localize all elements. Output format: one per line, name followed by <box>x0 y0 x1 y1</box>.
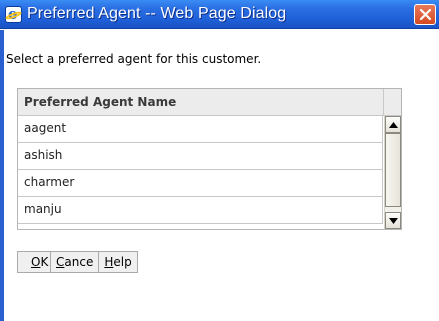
arrow-up-icon <box>389 122 398 128</box>
close-button[interactable] <box>414 4 436 25</box>
agent-name-cell: ashish <box>24 148 63 162</box>
help-button[interactable]: Help <box>98 251 138 273</box>
agent-grid: Preferred Agent Name aagent ashish charm… <box>17 88 402 230</box>
ok-mnemonic: O <box>31 255 41 269</box>
vertical-scrollbar[interactable] <box>384 116 401 229</box>
button-row: OK Cance Help <box>17 251 138 273</box>
agent-name-cell: manju <box>24 202 62 216</box>
agent-name-cell: aagent <box>24 121 67 135</box>
help-label-rest: elp <box>113 255 132 269</box>
grid-rows: aagent ashish charmer manju <box>18 116 383 224</box>
grid-header[interactable]: Preferred Agent Name <box>18 89 384 116</box>
window-title: Preferred Agent -- Web Page Dialog <box>27 5 287 22</box>
ok-button[interactable]: OK <box>17 251 51 273</box>
close-icon <box>419 8 432 21</box>
ie-icon: e <box>4 5 23 23</box>
cancel-mnemonic: C <box>56 255 65 269</box>
instruction-text: Select a preferred agent for this custom… <box>6 52 262 66</box>
cancel-label-rest: ance <box>64 255 94 269</box>
table-row[interactable]: manju <box>18 197 383 224</box>
window-left-border <box>0 30 4 321</box>
ok-label-rest: K <box>40 255 49 269</box>
help-mnemonic: H <box>104 255 114 269</box>
grid-header-corner <box>384 89 401 116</box>
cancel-button[interactable]: Cance <box>50 251 100 273</box>
scroll-down-button[interactable] <box>385 212 401 229</box>
dialog-window: e Preferred Agent -- Web Page Dialog Sel… <box>0 0 439 321</box>
table-row[interactable]: charmer <box>18 170 383 197</box>
agent-name-cell: charmer <box>24 175 75 189</box>
title-bar[interactable]: e Preferred Agent -- Web Page Dialog <box>0 0 439 29</box>
table-row[interactable]: ashish <box>18 143 383 170</box>
column-header-preferred-agent-name[interactable]: Preferred Agent Name <box>24 95 176 109</box>
scroll-up-button[interactable] <box>385 116 401 133</box>
scroll-thumb[interactable] <box>385 133 401 207</box>
arrow-down-icon <box>389 218 398 224</box>
table-row[interactable]: aagent <box>18 116 383 143</box>
